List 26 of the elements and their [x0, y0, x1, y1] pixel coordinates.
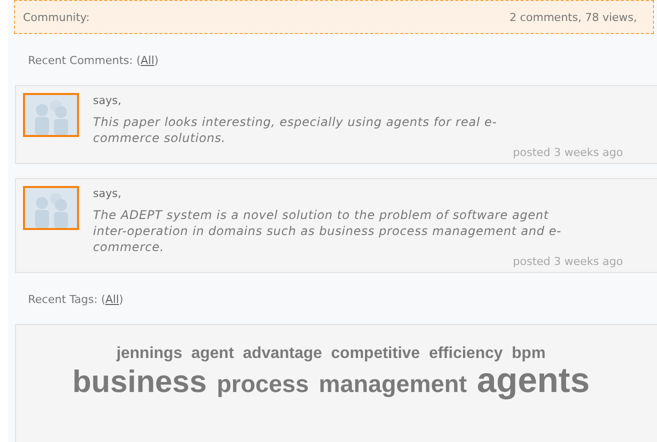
section-label: Recent Tags: ( — [28, 293, 106, 306]
posted-time: posted 3 weeks ago — [512, 146, 623, 159]
posted-time: posted 3 weeks ago — [512, 255, 623, 268]
avatar-icon — [23, 186, 79, 230]
tag-link[interactable]: management — [318, 372, 467, 397]
tag-link[interactable]: bpm — [512, 346, 546, 363]
says-text: says, — [93, 187, 122, 200]
tag-link[interactable]: process — [216, 372, 309, 397]
comment-text: This paper looks interesting, especially using agents for real e-commerce solutions. — [93, 114, 498, 146]
stats-text: 2 comments, 78 views, — [509, 10, 637, 24]
section-label: Recent Comments: ( — [28, 54, 141, 67]
avatar-icon — [23, 93, 79, 137]
tag-link[interactable]: efficiency — [428, 346, 503, 363]
all-link[interactable]: All — [140, 54, 154, 67]
paren-text: ) — [119, 293, 124, 306]
community-label: Community: — [23, 10, 90, 24]
tag-link[interactable]: jennings — [116, 346, 182, 363]
comment-text: The ADEPT system is a novel solution to the problem of software agent inter-operation in domains such as business process management and e-commerce. — [93, 207, 562, 255]
tag-link[interactable]: business — [72, 366, 207, 398]
paren-text: ) — [154, 54, 159, 67]
says-text: says, — [93, 94, 122, 107]
tag-link[interactable]: agents — [476, 362, 590, 400]
tag-link[interactable]: advantage — [242, 346, 322, 363]
tag-link[interactable]: agent — [191, 346, 234, 363]
all-link[interactable]: All — [105, 293, 120, 306]
tag-link[interactable]: competitive — [331, 346, 420, 363]
